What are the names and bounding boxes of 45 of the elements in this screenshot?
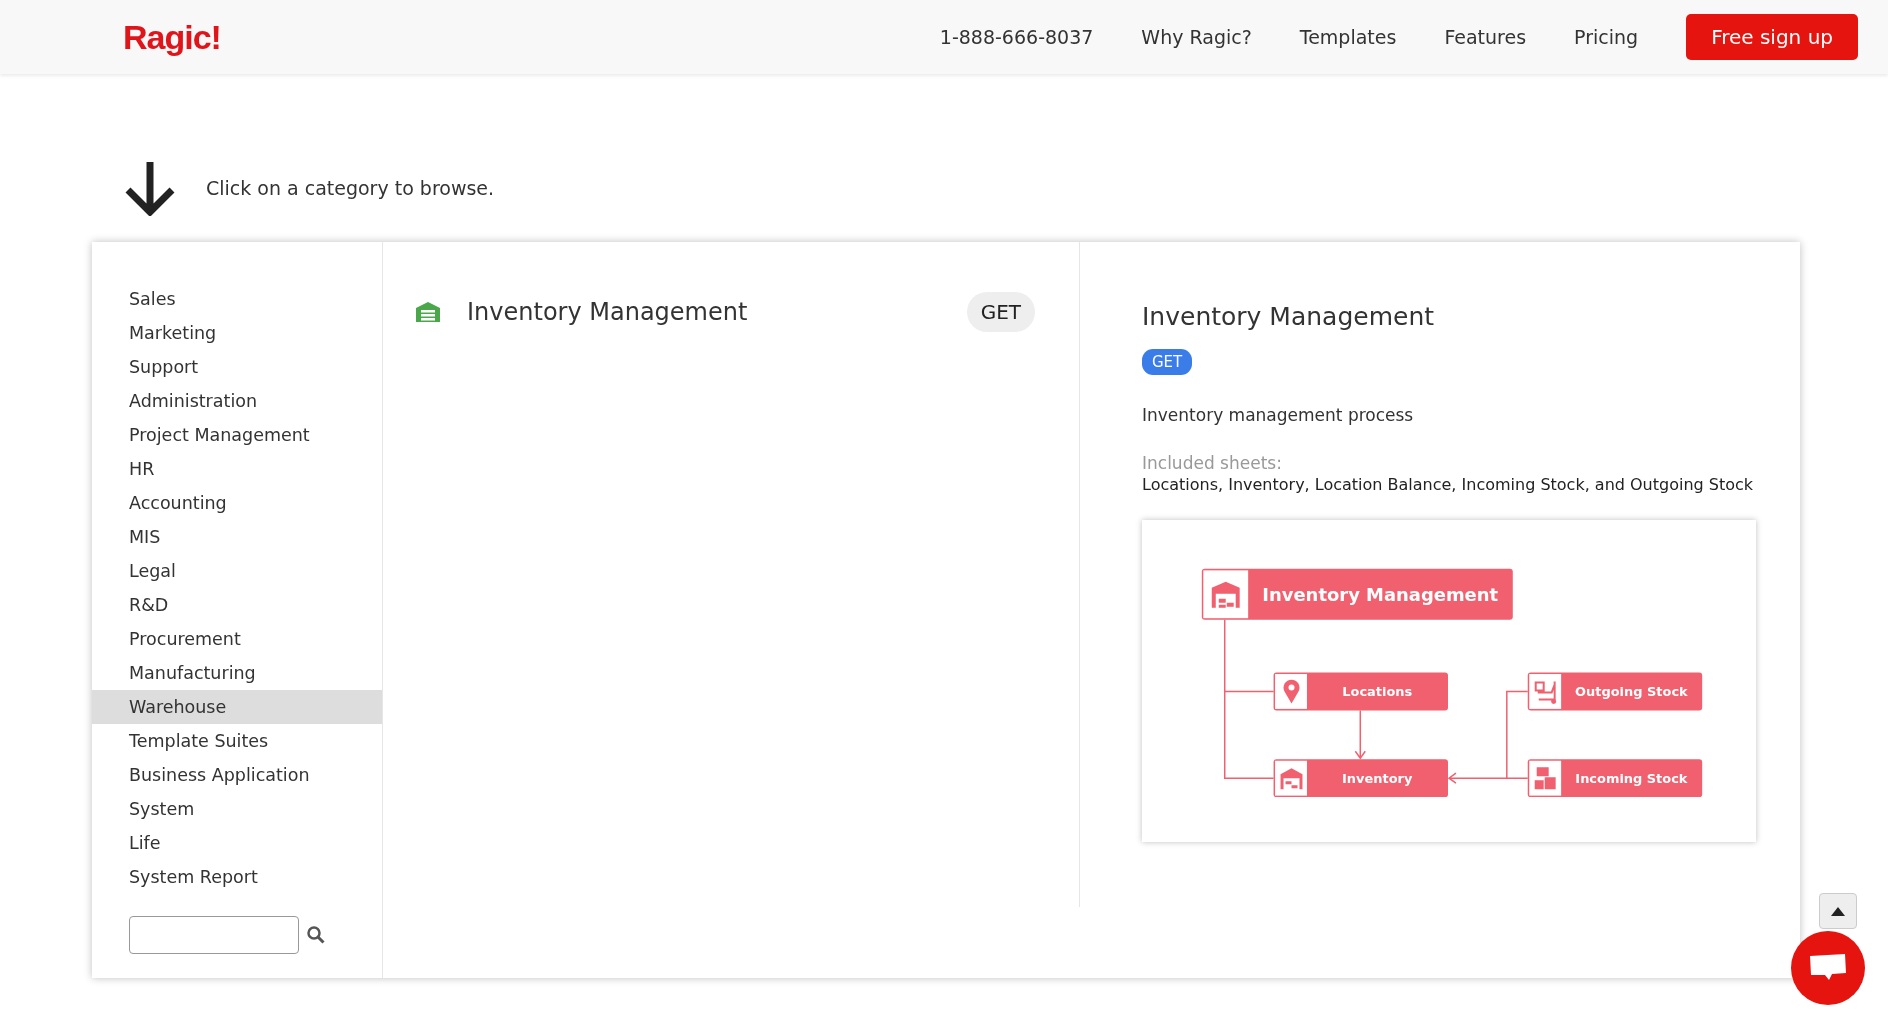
category-item[interactable]: MIS — [92, 520, 382, 554]
scroll-top-button[interactable] — [1819, 893, 1857, 929]
category-item[interactable]: HR — [92, 452, 382, 486]
category-item[interactable]: Life — [92, 826, 382, 860]
diagram-node: Outgoing Stock — [1527, 672, 1703, 711]
get-button[interactable]: GET — [966, 292, 1035, 332]
nav-link[interactable]: Pricing — [1574, 26, 1639, 48]
hint-text: Click on a category to browse. — [206, 177, 495, 199]
search-icon[interactable] — [307, 926, 325, 944]
sheets-label: Included sheets: — [1142, 453, 1282, 473]
diagram-title-node: Inventory Management — [1201, 568, 1513, 620]
warehouse-icon — [415, 301, 441, 323]
category-item[interactable]: Support — [92, 350, 382, 384]
category-item[interactable]: Sales — [92, 282, 382, 316]
diagram-node: Incoming Stock — [1527, 759, 1703, 798]
connector-arrow — [1354, 709, 1366, 760]
get-button[interactable]: GET — [1142, 349, 1193, 375]
category-item[interactable]: Marketing — [92, 316, 382, 350]
template-description: Inventory management process — [1142, 405, 1414, 425]
nav-link[interactable]: Features — [1444, 26, 1527, 48]
down-arrow-icon — [124, 160, 176, 216]
template-title: Inventory Management — [1142, 302, 1435, 331]
signup-button[interactable]: Free sign up — [1686, 14, 1858, 60]
category-item[interactable]: Warehouse — [92, 690, 382, 724]
diagram-node: Inventory — [1273, 759, 1448, 798]
diagram-node: Locations — [1273, 672, 1448, 711]
nav-link[interactable]: 1-888-666-8037 — [939, 26, 1094, 48]
category-item[interactable]: Legal — [92, 554, 382, 588]
category-item[interactable]: Project Management — [92, 418, 382, 452]
nav-link[interactable]: Why Ragic? — [1141, 26, 1252, 48]
category-item[interactable]: System — [92, 792, 382, 826]
category-item[interactable]: Procurement — [92, 622, 382, 656]
category-item[interactable]: Business Application — [92, 758, 382, 792]
category-item[interactable]: System Report — [92, 860, 382, 894]
logo[interactable]: Ragic! — [123, 17, 221, 57]
category-item[interactable]: Template Suites — [92, 724, 382, 758]
nav-link[interactable]: Templates — [1299, 26, 1397, 48]
category-item[interactable]: Accounting — [92, 486, 382, 520]
category-item[interactable]: Administration — [92, 384, 382, 418]
category-item[interactable]: Manufacturing — [92, 656, 382, 690]
caret-up-icon — [1831, 906, 1845, 916]
template-name[interactable]: Inventory Management — [467, 298, 967, 326]
search-field[interactable] — [129, 916, 299, 954]
sheets-list: Locations, Inventory, Location Balance, Incoming Stock, and Outgoing Stock — [1142, 475, 1754, 494]
category-item[interactable]: R&D — [92, 588, 382, 622]
